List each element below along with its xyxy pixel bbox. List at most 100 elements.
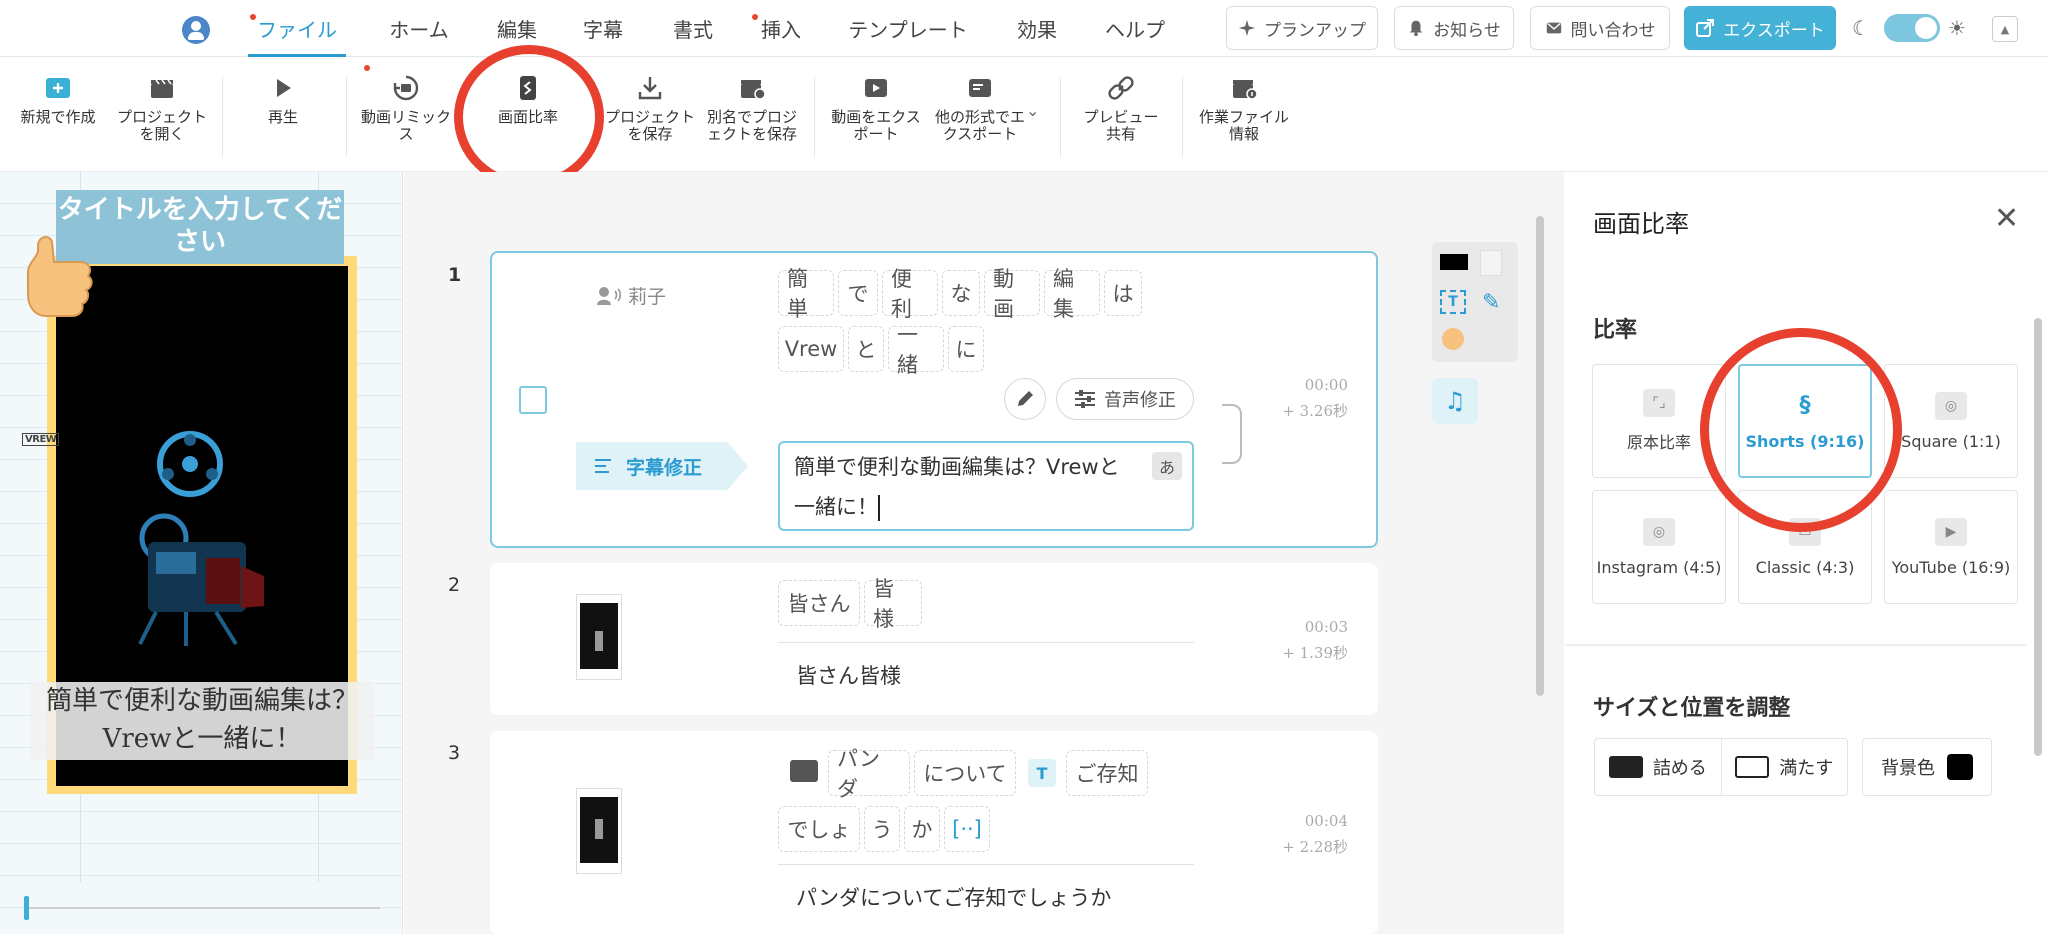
word-chip[interactable]: 便利 [882,267,938,321]
word-chip[interactable]: な [942,270,980,316]
contact-button[interactable]: 問い合わせ [1530,6,1670,50]
word-chip[interactable]: 皆様 [864,577,922,631]
word-chip[interactable]: ご存知 [1066,750,1148,796]
word-chip[interactable]: 編集 [1044,267,1100,321]
notice-button[interactable]: お知らせ [1394,6,1514,50]
subtitle-text[interactable]: 皆さん皆様 [796,660,901,690]
export-other-format-button[interactable]: 他の形式でエクスポート [930,73,1030,143]
music-note-icon[interactable]: ♫ [1432,378,1478,424]
panel-scrollbar[interactable] [2034,318,2042,756]
mail-icon [1546,22,1561,34]
edit-pencil-button[interactable] [1004,378,1046,420]
ratio-instagram-option[interactable]: ◎ Instagram (4:5) [1592,490,1726,604]
collapse-ribbon-button[interactable]: ▲ [1992,16,2018,42]
download-icon [638,77,662,100]
plan-up-button[interactable]: プランアップ [1226,6,1378,50]
export-button[interactable]: エクスポート [1684,6,1836,50]
word-chip[interactable]: Vrew [778,326,844,372]
play-button[interactable]: 再生 [250,73,316,126]
silence-chip[interactable]: [··] [944,806,990,852]
word-chip[interactable]: について [914,750,1016,796]
text-box-icon[interactable]: T [1440,290,1466,314]
new-project-button[interactable]: 新規で作成 [18,73,98,126]
word-chip[interactable]: 皆さん [778,580,860,626]
menu-format[interactable]: 書式 [666,0,720,57]
image-chip-icon[interactable] [790,760,818,782]
export-video-button[interactable]: 動画をエクスポート [828,73,924,143]
word-chip[interactable]: パンダ [828,747,910,801]
clip-timestamp: 00:00 + 3.26秒 [1282,376,1348,420]
save-project-button[interactable]: プロジェクトを保存 [604,73,696,143]
timeline-scrubber[interactable] [25,907,380,909]
word-chip[interactable]: 一緒 [888,323,944,377]
background-color-button[interactable]: 背景色 [1862,738,1992,796]
notification-dot [250,14,256,20]
original-ratio-icon: ⌜⌟ [1643,389,1675,417]
clip-thumbnail[interactable] [576,788,622,874]
speaker-label[interactable]: 莉子 [596,282,666,309]
word-chip[interactable]: で [838,270,878,316]
save-as-button[interactable]: 別名でプロジェクトを保存 [702,73,802,143]
word-chip[interactable]: でしょ [778,806,860,852]
menu-effect[interactable]: 効果 [1010,0,1064,57]
subtitle-input[interactable]: 簡単で便利な動画編集は？Vrewと 一緒に！ [778,441,1194,531]
aspect-ratio-icon [520,76,536,100]
ratio-heading: 比率 [1593,318,1638,343]
work-file-info-button[interactable]: 作業ファイル情報 [1194,73,1294,143]
word-chip[interactable]: に [948,326,984,372]
blank-thumb-icon[interactable] [1480,250,1502,276]
menu-file[interactable]: ファイル [248,0,346,57]
export-icon [1696,19,1715,37]
subtitle-text[interactable]: パンダについてご存知でしょうか [796,882,1111,912]
menu-home[interactable]: ホーム [378,0,460,57]
menu-insert[interactable]: 挿入 [752,0,810,57]
clip-connector [1222,404,1242,464]
word-chip[interactable]: か [904,806,940,852]
fit-button[interactable]: 詰める [1595,739,1721,795]
word-chip[interactable]: は [1104,270,1142,316]
subtitle-fix-tab[interactable]: 字幕修正 [576,442,748,490]
scrubber-handle[interactable] [24,896,29,920]
clip-timestamp: 00:04 + 2.28秒 [1282,812,1348,856]
aspect-ratio-button[interactable]: 画面比率 [478,65,578,169]
editor-scrollbar[interactable] [1536,216,1544,696]
menu-subtitle[interactable]: 字幕 [576,0,630,57]
preview-share-button[interactable]: プレビュー共有 [1078,73,1164,143]
ratio-original-option[interactable]: ⌜⌟ 原本比率 [1592,364,1726,478]
fill-button[interactable]: 満たす [1720,739,1848,795]
video-thumb-icon[interactable] [1440,254,1468,270]
ratio-youtube-option[interactable]: ▶ YouTube (16:9) [1884,490,2018,604]
voice-fix-button[interactable]: 音声修正 [1056,378,1194,420]
word-chip[interactable]: う [864,806,900,852]
sliders-icon [1075,390,1095,408]
account-avatar-icon[interactable] [182,16,210,44]
ratio-shorts-option[interactable]: § Shorts (9:16) [1738,364,1872,478]
file-info-icon [1233,80,1258,100]
menu-template[interactable]: テンプレート [846,0,970,57]
text-insert-icon[interactable]: T [1028,759,1056,787]
fit-icon [1608,756,1643,778]
preview-title-text[interactable]: タイトルを入力してください [56,190,344,264]
word-chip[interactable]: と [848,326,884,372]
open-project-button[interactable]: プロジェクトを開く [112,73,212,143]
menu-help[interactable]: ヘルプ [1100,0,1170,57]
video-remix-button[interactable]: 動画リミックス [356,65,456,143]
new-project-icon [46,78,70,98]
menu-edit[interactable]: 編集 [490,0,544,57]
preview-caption-text[interactable]: 簡単で便利な動画編集は？Vrewと一緒に！ [30,682,374,760]
sticker-icon[interactable] [1442,328,1464,350]
input-mode-button[interactable]: あ [1152,452,1182,480]
word-chip[interactable]: 動画 [984,267,1040,321]
vrew-watermark: VREW [22,433,60,446]
word-chip[interactable]: 簡単 [778,267,834,321]
clip-row-2[interactable] [490,563,1378,715]
chevron-down-icon[interactable]: ⌄ [1026,101,1039,120]
pencil-icon[interactable]: ✎ [1482,290,1500,315]
ratio-square-option[interactable]: ◎ Square (1:1) [1884,364,2018,478]
ratio-classic-option[interactable]: ▭ Classic (4:3) [1738,490,1872,604]
separator [1182,77,1183,157]
clip-select-checkbox[interactable] [519,386,547,414]
clip-thumbnail[interactable] [576,594,622,680]
close-icon[interactable]: ✕ [1994,204,2019,234]
theme-toggle[interactable] [1884,14,1940,42]
